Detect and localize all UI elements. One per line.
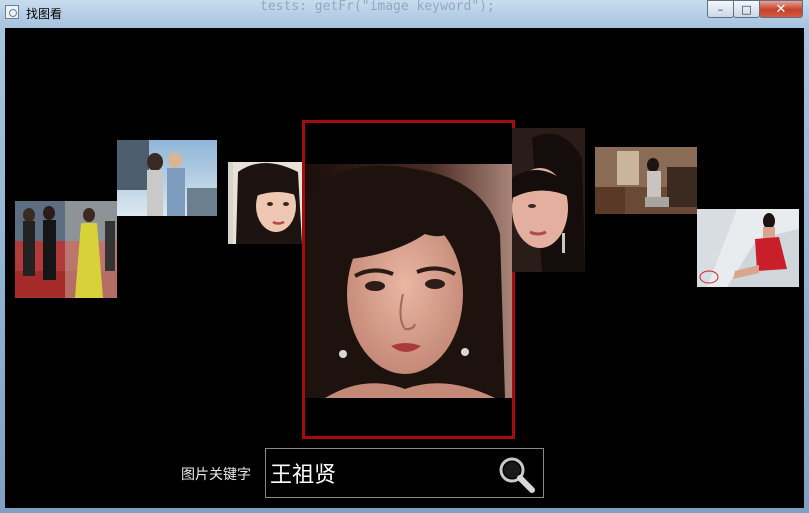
gallery-thumb-portrait-side[interactable] <box>228 162 302 244</box>
close-button[interactable]: ✕ <box>759 0 803 18</box>
window-title: 找图看 <box>26 7 63 21</box>
app-icon <box>5 5 19 19</box>
room-image <box>595 147 697 214</box>
minimize-button[interactable]: – <box>707 0 734 18</box>
red-carpet-image <box>15 201 117 298</box>
search-box <box>265 448 544 498</box>
search-icon <box>499 457 535 493</box>
red-dress-image <box>697 209 799 287</box>
app-window: 找图看 tests: getFr("image keyword"); – □ ✕ <box>0 0 809 513</box>
gallery-thumb-outdoor[interactable] <box>117 140 217 216</box>
gallery-thumb-red-dress[interactable] <box>697 209 799 287</box>
title-bar[interactable]: 找图看 tests: getFr("image keyword"); – □ ✕ <box>0 0 809 26</box>
search-label: 图片关键字 <box>181 467 251 483</box>
gallery-thumb-room[interactable] <box>595 147 697 214</box>
selected-image <box>305 164 512 398</box>
gallery-thumb-red-carpet[interactable] <box>15 201 117 298</box>
portrait-main-image <box>305 164 512 398</box>
background-code-text: tests: getFr("image keyword"); <box>260 0 495 14</box>
gallery-thumb-portrait-profile[interactable] <box>512 128 585 272</box>
search-button[interactable] <box>495 453 537 495</box>
portrait-profile-image <box>512 128 585 272</box>
gallery-canvas: 图片关键字 <box>5 28 804 508</box>
maximize-button[interactable]: □ <box>733 0 760 18</box>
selected-image-frame[interactable] <box>302 120 515 439</box>
portrait-side-image <box>228 162 302 244</box>
search-input[interactable] <box>268 451 492 495</box>
outdoor-image <box>117 140 217 216</box>
